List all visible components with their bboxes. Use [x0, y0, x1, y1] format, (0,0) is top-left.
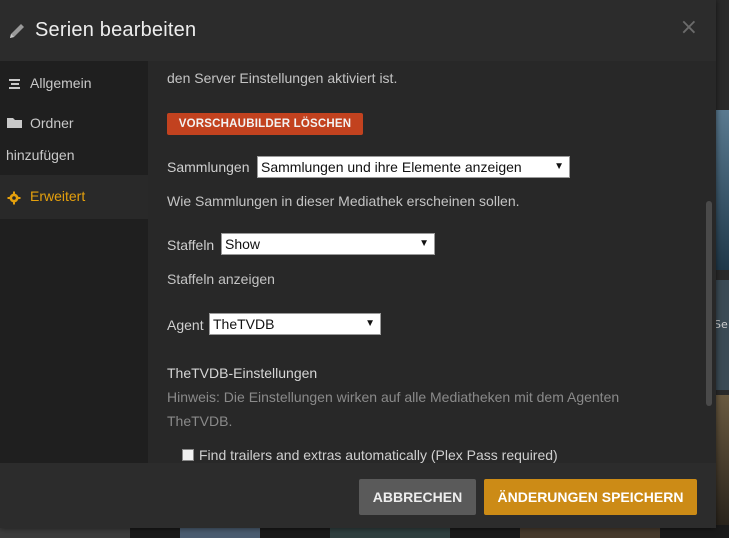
edit-series-dialog: Serien bearbeiten × Allgemein Ordner hin…	[0, 0, 716, 528]
background-poster	[0, 528, 130, 538]
delete-thumbnails-button[interactable]: VORSCHAUBILDER LÖSCHEN	[167, 113, 363, 135]
collections-helper: Wie Sammlungen in dieser Mediathek ersch…	[167, 193, 520, 209]
save-changes-button[interactable]: ÄNDERUNGEN SPEICHERN	[484, 479, 697, 515]
seasons-helper: Staffeln anzeigen	[167, 271, 275, 287]
sidebar-item-general[interactable]: Allgemein	[0, 61, 148, 105]
collections-select[interactable]: Sammlungen und ihre Elemente anzeigen ▼	[257, 156, 570, 178]
agent-settings-hint-line: TheTVDB.	[167, 413, 233, 429]
sidebar-item-label: Erweitert	[30, 188, 86, 204]
settings-content: den Server Einstellungen aktiviert ist. …	[148, 61, 716, 463]
collections-label: Sammlungen	[167, 159, 250, 175]
close-icon[interactable]: ×	[680, 17, 698, 39]
chevron-down-icon: ▼	[365, 318, 375, 329]
cancel-button[interactable]: ABBRECHEN	[359, 479, 476, 515]
background-partial-text: Se	[714, 318, 728, 331]
background-poster	[330, 528, 450, 538]
trailers-checkbox[interactable]	[182, 449, 194, 461]
settings-sidebar: Allgemein Ordner hinzufügen Erweitert	[0, 61, 148, 463]
chevron-down-icon: ▼	[554, 161, 564, 172]
sidebar-item-label: Allgemein	[30, 75, 92, 91]
background-poster	[520, 528, 660, 538]
agent-select-value: TheTVDB	[213, 316, 275, 332]
dialog-title: Serien bearbeiten	[35, 19, 197, 41]
dialog-header: Serien bearbeiten ×	[0, 0, 716, 61]
trailers-checkbox-label: Find trailers and extras automatically (…	[199, 447, 558, 463]
trailers-checkbox-row[interactable]: Find trailers and extras automatically (…	[182, 447, 558, 463]
collections-select-value: Sammlungen und ihre Elemente anzeigen	[261, 159, 522, 175]
sidebar-item-label: hinzufügen	[6, 147, 75, 163]
folder-icon	[7, 118, 22, 128]
seasons-select-value: Show	[225, 236, 261, 252]
pencil-icon	[10, 23, 24, 38]
server-settings-note: den Server Einstellungen aktiviert ist.	[167, 70, 398, 86]
gear-icon	[7, 191, 21, 205]
background-poster	[716, 395, 729, 525]
background-poster	[716, 280, 729, 390]
agent-settings-title: TheTVDB-Einstellungen	[167, 365, 318, 381]
agent-settings-hint: Hinweis: Die Einstellungen wirken auf al…	[167, 385, 677, 433]
agent-select[interactable]: TheTVDB ▼	[209, 313, 381, 335]
dialog-footer: ABBRECHEN ÄNDERUNGEN SPEICHERN	[0, 463, 716, 528]
list-icon	[9, 79, 20, 89]
chevron-down-icon: ▼	[419, 238, 429, 249]
sidebar-item-label: Ordner	[30, 115, 74, 131]
seasons-select[interactable]: Show ▼	[221, 233, 435, 255]
seasons-label: Staffeln	[167, 237, 215, 253]
agent-settings-hint-line: Hinweis: Die Einstellungen wirken auf al…	[167, 389, 620, 405]
background-poster	[716, 110, 729, 270]
content-scrollbar-thumb[interactable]	[706, 201, 712, 406]
sidebar-item-advanced[interactable]: Erweitert	[0, 175, 148, 219]
sidebar-item-add-folder[interactable]: Ordner hinzufügen	[0, 105, 148, 175]
agent-label: Agent	[167, 317, 204, 333]
